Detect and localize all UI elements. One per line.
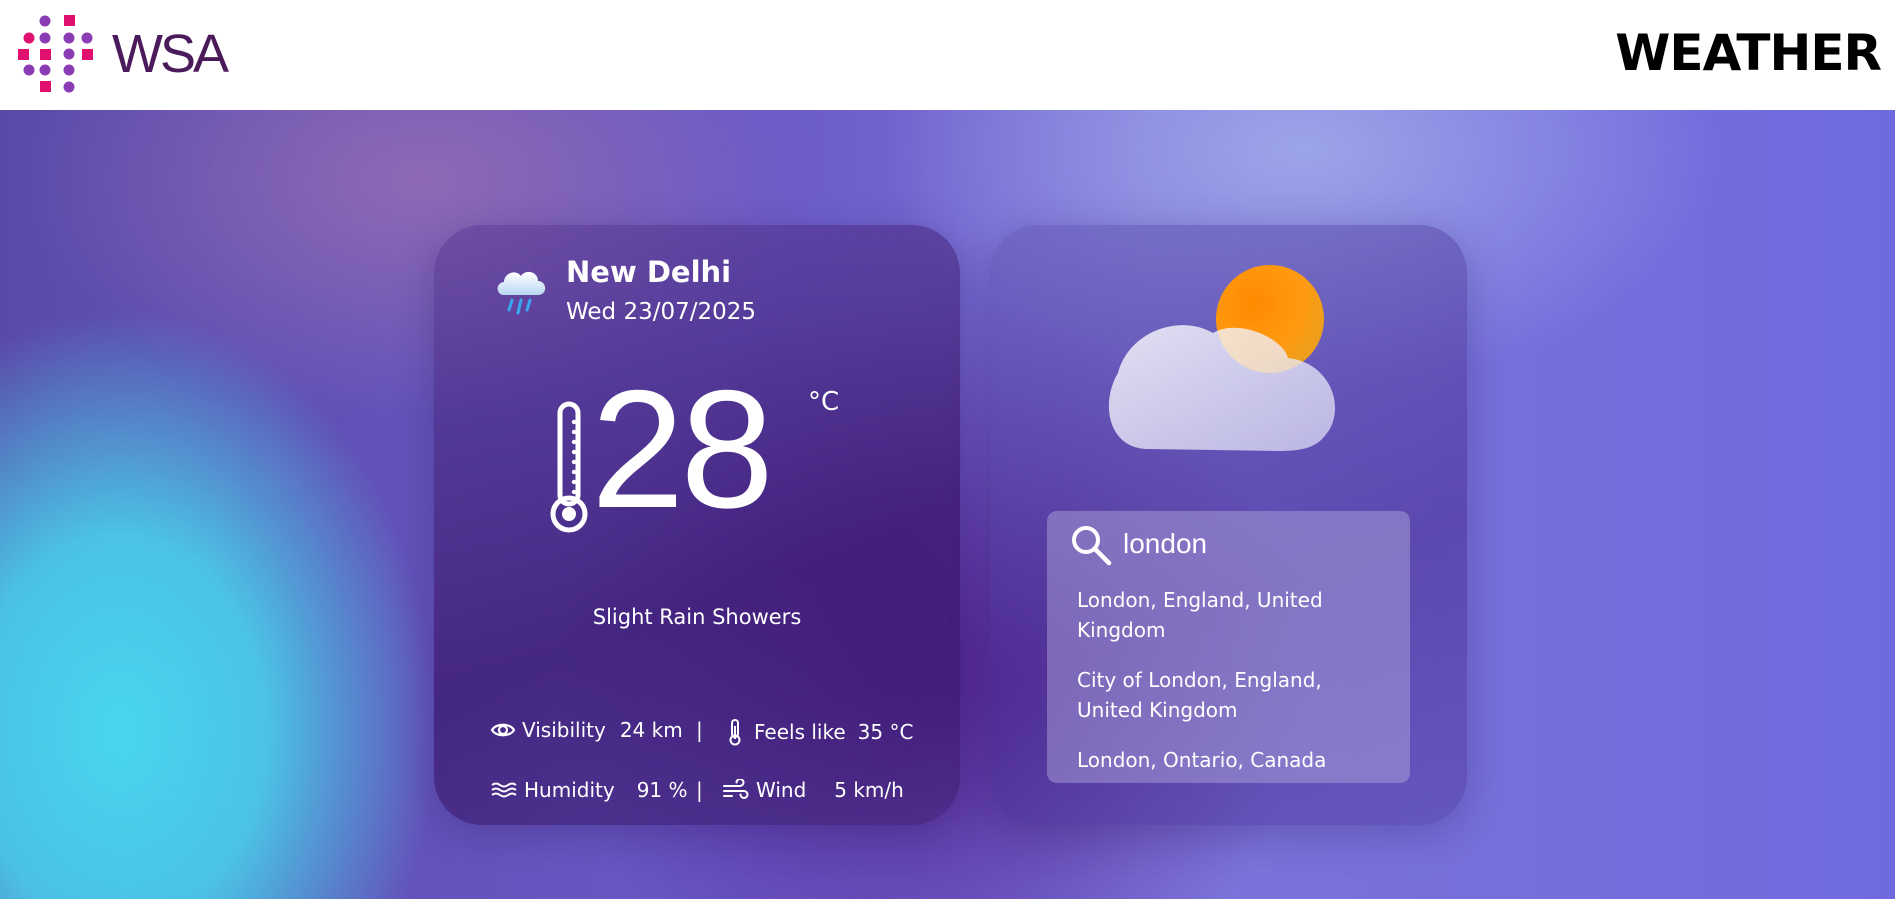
weather-condition: Slight Rain Showers (592, 605, 802, 629)
feels-like-label: Feels like (754, 720, 846, 744)
humidity-waves-icon (491, 782, 517, 798)
current-weather-card: New Delhi Wed 23/07/2025 28 °C Slight Ra… (434, 225, 960, 825)
thermometer-small-icon (729, 719, 741, 746)
search-result-item[interactable]: London, Ontario, Canada (1077, 745, 1387, 775)
visibility-label: Visibility (522, 718, 606, 742)
search-input[interactable] (1123, 525, 1393, 563)
page-title: WEATHER (1615, 24, 1882, 82)
wind-label: Wind (756, 778, 807, 802)
humidity-label: Humidity (524, 778, 615, 802)
wind-value: 5 km/h (834, 778, 904, 802)
city-name: New Delhi (566, 255, 732, 289)
main-area: New Delhi Wed 23/07/2025 28 °C Slight Ra… (0, 110, 1895, 899)
visibility-value: 24 km (619, 718, 683, 742)
humidity-stat: Humidity 91 % (490, 778, 688, 802)
logo-text: WSA (112, 24, 229, 84)
wind-stat: Wind 5 km/h (722, 778, 904, 802)
visibility-stat: Visibility 24 km (490, 718, 683, 742)
humidity-value: 91 % (636, 778, 688, 802)
search-panel: London, England, United Kingdom City of … (1047, 511, 1410, 783)
current-date: Wed 23/07/2025 (566, 299, 757, 325)
thermometer-icon (550, 401, 588, 533)
search-card: London, England, United Kingdom City of … (990, 225, 1467, 825)
wind-icon (723, 779, 749, 799)
partly-cloudy-icon (1108, 265, 1336, 451)
feels-like-value: 35 °C (857, 720, 914, 744)
search-result-item[interactable]: London, England, United Kingdom (1077, 585, 1387, 645)
eye-icon (490, 723, 516, 737)
wsa-logo[interactable]: WSA (18, 12, 258, 97)
temperature-unit: °C (808, 387, 840, 417)
search-result-item[interactable]: City of London, England, United Kingdom (1077, 665, 1387, 725)
temperature-value: 28 (591, 355, 774, 543)
search-icon[interactable] (1069, 523, 1113, 567)
rain-cloud-icon (497, 271, 546, 315)
stat-separator: | (696, 718, 703, 742)
stat-separator: | (696, 778, 703, 802)
app-header: WSA WEATHER (0, 0, 1895, 110)
search-results-list: London, England, United Kingdom City of … (1077, 585, 1387, 795)
feels-like-stat: Feels like 35 °C (726, 718, 913, 746)
